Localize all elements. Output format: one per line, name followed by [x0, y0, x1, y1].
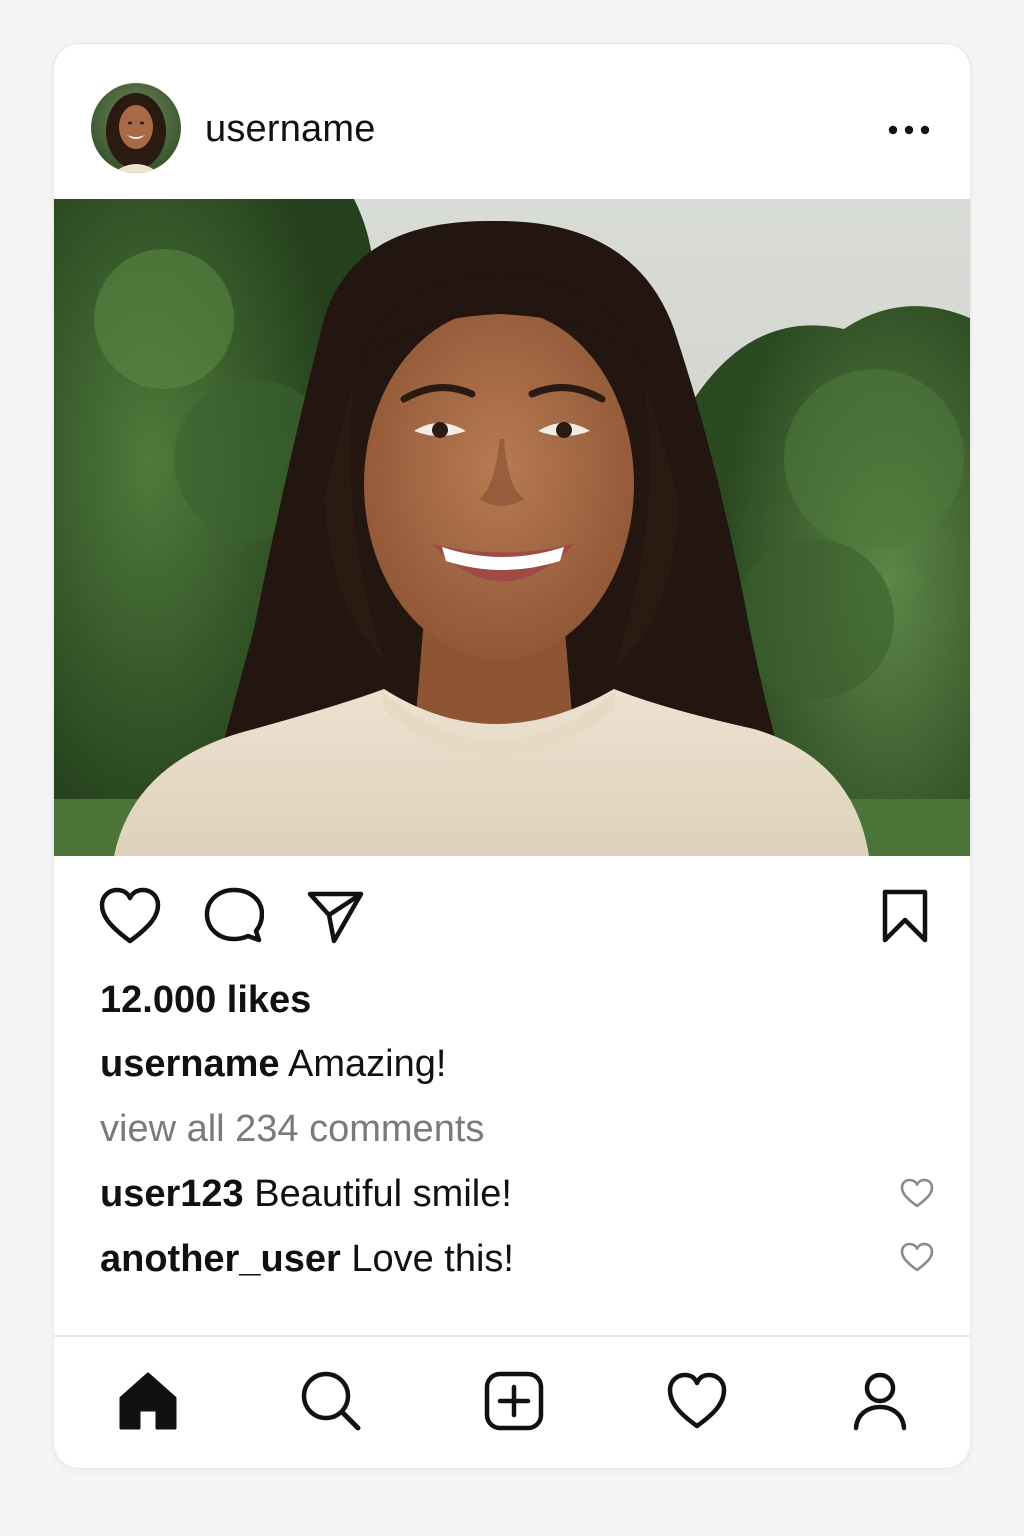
comment-item: user123 Beautiful smile!: [100, 1172, 512, 1216]
likes-count[interactable]: 12.000 likes: [100, 978, 311, 1022]
nav-activity[interactable]: [666, 1370, 728, 1437]
comment-username[interactable]: another_user: [100, 1238, 341, 1280]
divider: [54, 1335, 970, 1337]
caption-username[interactable]: username: [100, 1043, 280, 1085]
bookmark-icon: [882, 889, 928, 943]
caption: username Amazing!: [100, 1042, 446, 1086]
heart-icon: [900, 1178, 934, 1208]
post-username[interactable]: username: [205, 108, 376, 150]
comment-like-button[interactable]: [900, 1242, 934, 1277]
post-header: username: [54, 44, 970, 199]
comment-like-button[interactable]: [900, 1178, 934, 1213]
nav-search[interactable]: [300, 1370, 362, 1437]
nav-create[interactable]: [483, 1370, 545, 1437]
search-icon: [301, 1371, 361, 1431]
like-button[interactable]: [98, 887, 162, 950]
home-icon: [119, 1372, 177, 1430]
avatar[interactable]: [91, 83, 181, 173]
comment-text: Beautiful smile!: [254, 1173, 512, 1215]
heart-icon: [99, 887, 161, 944]
comment-username[interactable]: user123: [100, 1173, 244, 1215]
caption-text: Amazing!: [288, 1043, 447, 1085]
send-icon: [307, 891, 364, 944]
post-photo[interactable]: [54, 199, 970, 856]
view-all-comments-link[interactable]: view all 234 comments: [100, 1107, 484, 1151]
comment-button[interactable]: [204, 887, 265, 950]
comment-text: Love this!: [351, 1238, 514, 1280]
nav-home[interactable]: [117, 1370, 179, 1437]
comment-icon: [204, 887, 265, 943]
share-button[interactable]: [306, 889, 364, 950]
more-options-button[interactable]: [884, 116, 934, 146]
more-horizontal-icon: [888, 125, 930, 135]
post-card: username 12.000 likes username Amazing! …: [53, 43, 971, 1469]
save-button[interactable]: [881, 888, 929, 949]
profile-icon: [853, 1372, 907, 1431]
heart-icon: [900, 1242, 934, 1272]
nav-profile[interactable]: [849, 1370, 911, 1437]
activity-heart-icon: [667, 1372, 727, 1429]
comment-item: another_user Love this!: [100, 1237, 514, 1281]
add-post-icon: [484, 1371, 544, 1431]
